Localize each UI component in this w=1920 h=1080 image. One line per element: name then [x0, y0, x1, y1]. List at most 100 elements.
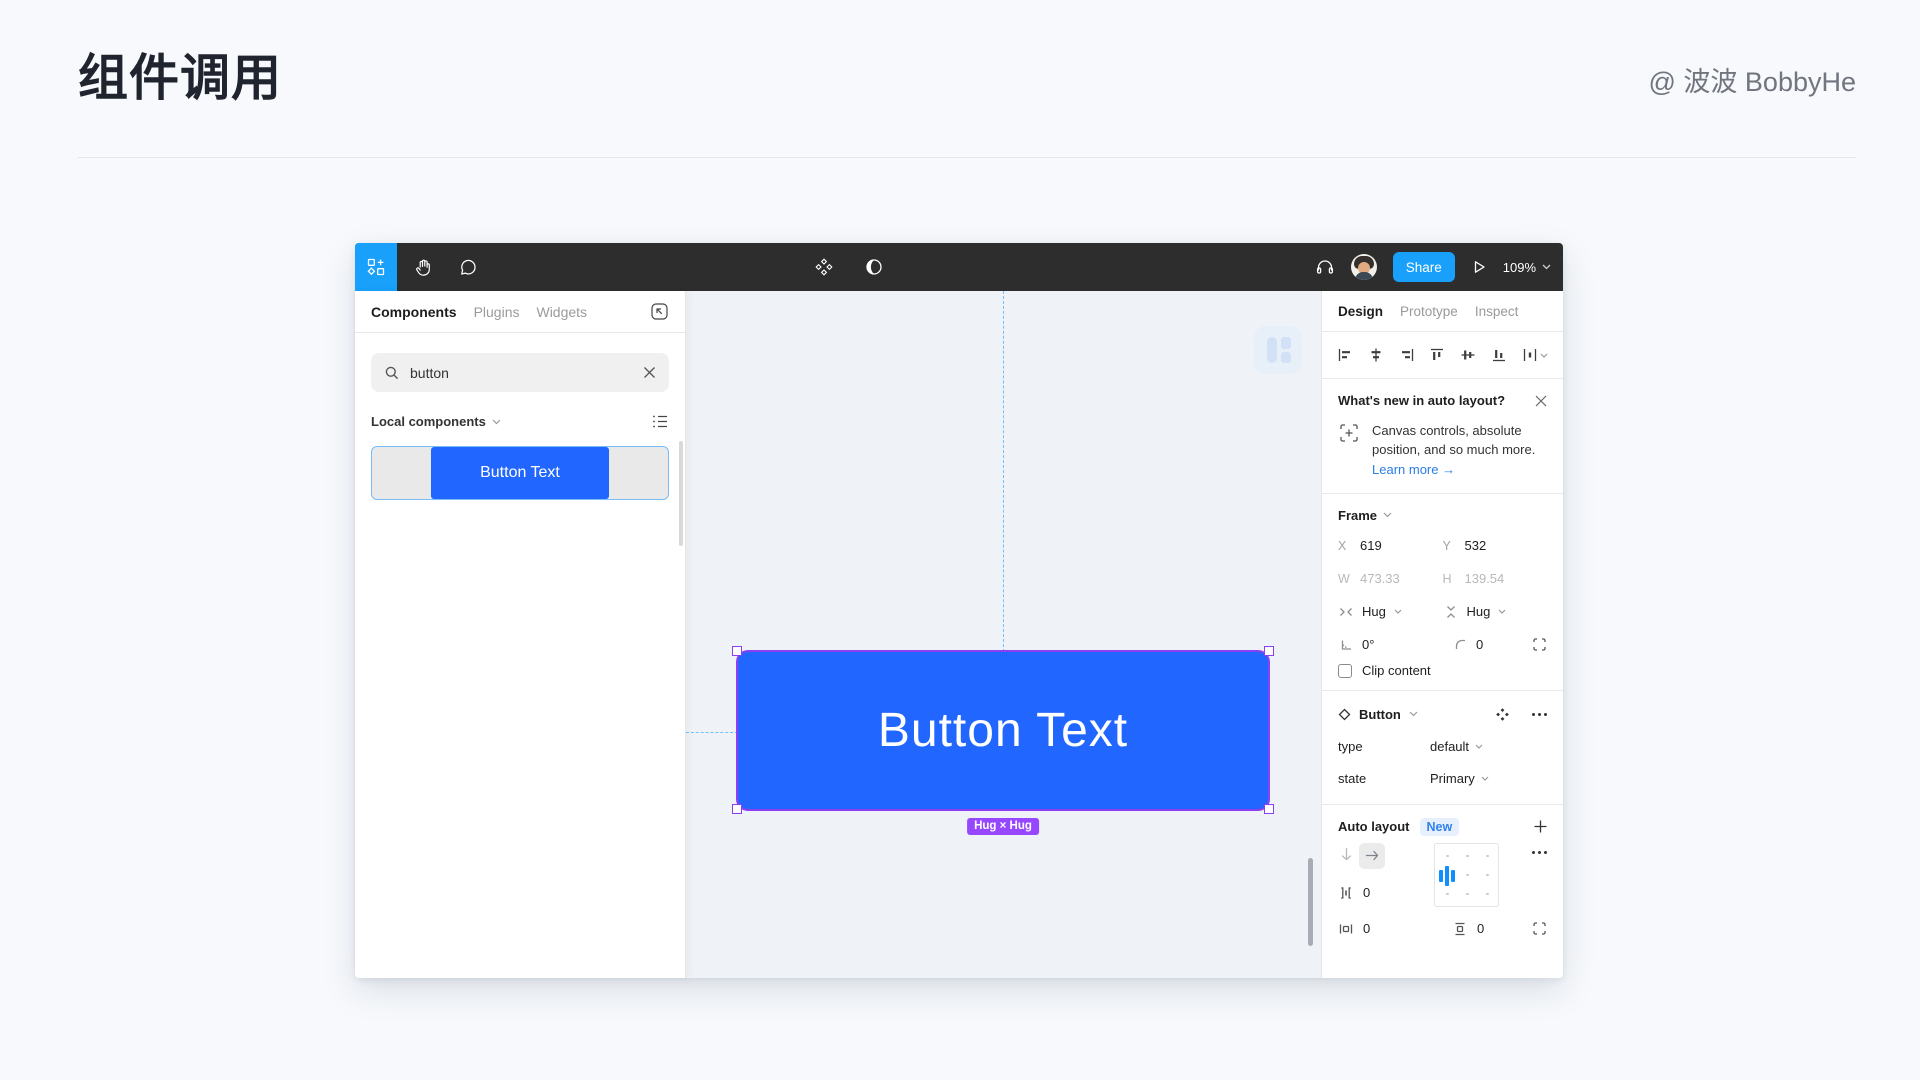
clip-content-checkbox[interactable] — [1338, 664, 1352, 678]
frame-section: Frame X 619 Y 532 — [1322, 494, 1563, 691]
list-view-button[interactable] — [652, 414, 669, 429]
component-name[interactable]: Button — [1359, 707, 1401, 722]
auto-layout-more-icon[interactable] — [1532, 851, 1547, 854]
avatar-body — [1355, 272, 1373, 280]
prop-type-dropdown[interactable]: default — [1430, 739, 1483, 754]
tab-inspect[interactable]: Inspect — [1475, 304, 1519, 319]
zoom-level: 109% — [1503, 260, 1536, 275]
align-right-button[interactable] — [1399, 347, 1415, 363]
chevron-down-icon — [1383, 512, 1392, 518]
resize-handle-bottom-right[interactable] — [1264, 804, 1274, 814]
chevron-down-icon — [1542, 264, 1551, 270]
canvas-scrollbar[interactable] — [1308, 858, 1313, 946]
height-field[interactable]: H 139.54 — [1443, 571, 1548, 586]
user-avatar[interactable] — [1351, 254, 1377, 280]
selected-button-frame[interactable]: Button Text — [738, 652, 1268, 809]
align-left-button[interactable] — [1337, 347, 1353, 363]
frame-type-label[interactable]: Frame — [1338, 508, 1377, 523]
direction-right-button[interactable] — [1359, 843, 1385, 869]
search-input[interactable] — [410, 365, 633, 381]
corner-radius-field[interactable]: 0 — [1452, 637, 1524, 652]
author-byline: @ 波波 BobbyHe — [1649, 60, 1856, 99]
width-field[interactable]: W 473.33 — [1338, 571, 1443, 586]
pointer-mode-button[interactable] — [650, 302, 669, 321]
y-position-field[interactable]: Y 532 — [1443, 538, 1548, 553]
component-diamond-icon — [1338, 708, 1351, 721]
horizontal-padding-icon — [1338, 921, 1354, 937]
horizontal-padding-value[interactable]: 0 — [1363, 921, 1370, 936]
individual-padding-button[interactable] — [1532, 921, 1547, 936]
alignment-grid-widget[interactable] — [1434, 843, 1499, 907]
rotation-icon — [1338, 638, 1354, 651]
local-components-label: Local components — [371, 414, 486, 429]
auto-layout-section: Auto layout New — [1322, 805, 1563, 948]
assets-panel-tabs: Components Plugins Widgets — [355, 291, 685, 333]
present-button[interactable] — [1471, 259, 1487, 275]
prop-type-label: type — [1338, 739, 1430, 754]
horizontal-guide — [686, 732, 738, 733]
align-h-center-button[interactable] — [1368, 347, 1384, 363]
chevron-down-icon — [1498, 609, 1506, 614]
prop-type-value: default — [1430, 739, 1469, 754]
chevron-down-icon — [1540, 353, 1548, 358]
independent-corners-button[interactable] — [1532, 637, 1547, 652]
direction-down-button[interactable] — [1340, 847, 1353, 862]
swap-instance-icon[interactable] — [1495, 707, 1510, 722]
distribute-button[interactable] — [1522, 347, 1548, 363]
learn-more-link[interactable]: Learn more → — [1372, 462, 1455, 477]
clear-search-icon[interactable] — [643, 366, 656, 379]
more-options-icon[interactable] — [1532, 713, 1547, 716]
x-position-field[interactable]: X 619 — [1338, 538, 1443, 553]
h-value: 139.54 — [1465, 571, 1505, 586]
local-components-header[interactable]: Local components — [371, 414, 669, 429]
clip-content-row[interactable]: Clip content — [1322, 670, 1563, 688]
w-label: W — [1338, 572, 1352, 586]
tab-widgets[interactable]: Widgets — [536, 304, 587, 320]
mask-tool-button[interactable] — [855, 243, 893, 291]
header-divider — [78, 157, 1856, 158]
y-label: Y — [1443, 539, 1457, 553]
hand-tool-button[interactable] — [405, 243, 443, 291]
vertical-resize-dropdown[interactable]: Hug — [1443, 604, 1548, 619]
tab-components[interactable]: Components — [371, 304, 457, 320]
resize-handle-top-right[interactable] — [1264, 646, 1274, 656]
component-tool-button[interactable] — [805, 243, 843, 291]
align-top-button[interactable] — [1429, 347, 1445, 363]
component-preview-button: Button Text — [431, 447, 609, 499]
whats-new-card: What's new in auto layout? Canvas contro… — [1322, 379, 1563, 494]
assets-panel: Components Plugins Widgets — [355, 291, 686, 978]
figma-toolbar: Share 109% — [355, 243, 1563, 291]
item-spacing-value[interactable]: 0 — [1363, 885, 1370, 900]
assets-tool-button[interactable] — [355, 243, 397, 291]
alignment-indicator — [1439, 866, 1455, 886]
resize-handle-top-left[interactable] — [732, 646, 742, 656]
comment-tool-button[interactable] — [449, 243, 487, 291]
zoom-dropdown[interactable]: 109% — [1503, 260, 1551, 275]
y-value: 532 — [1465, 538, 1487, 553]
component-preview-card[interactable]: Button Text — [371, 446, 669, 500]
share-button[interactable]: Share — [1393, 252, 1455, 282]
panel-scrollbar[interactable] — [679, 441, 683, 546]
comment-icon — [459, 258, 478, 277]
chevron-down-icon — [1394, 609, 1402, 614]
add-auto-layout-button[interactable] — [1534, 820, 1547, 833]
audio-button[interactable] — [1315, 257, 1335, 277]
hug-vertical-value: Hug — [1467, 604, 1491, 619]
close-icon[interactable] — [1535, 395, 1547, 407]
tab-design[interactable]: Design — [1338, 304, 1383, 319]
align-v-center-button[interactable] — [1460, 347, 1476, 363]
tab-prototype[interactable]: Prototype — [1400, 304, 1458, 319]
button-frame-label: Button Text — [878, 703, 1128, 758]
tab-plugins[interactable]: Plugins — [474, 304, 520, 320]
hug-vertical-icon — [1443, 605, 1459, 619]
size-badge: Hug × Hug — [967, 818, 1039, 835]
horizontal-resize-dropdown[interactable]: Hug — [1338, 604, 1443, 619]
resize-handle-bottom-left[interactable] — [732, 804, 742, 814]
chevron-down-icon — [1475, 744, 1483, 749]
new-badge: New — [1420, 818, 1460, 836]
rotation-field[interactable]: 0° — [1338, 637, 1452, 652]
align-bottom-button[interactable] — [1491, 347, 1507, 363]
prop-state-dropdown[interactable]: Primary — [1430, 771, 1489, 786]
vertical-padding-value[interactable]: 0 — [1477, 921, 1484, 936]
canvas[interactable]: Button Text Hug × Hug — [686, 291, 1321, 978]
